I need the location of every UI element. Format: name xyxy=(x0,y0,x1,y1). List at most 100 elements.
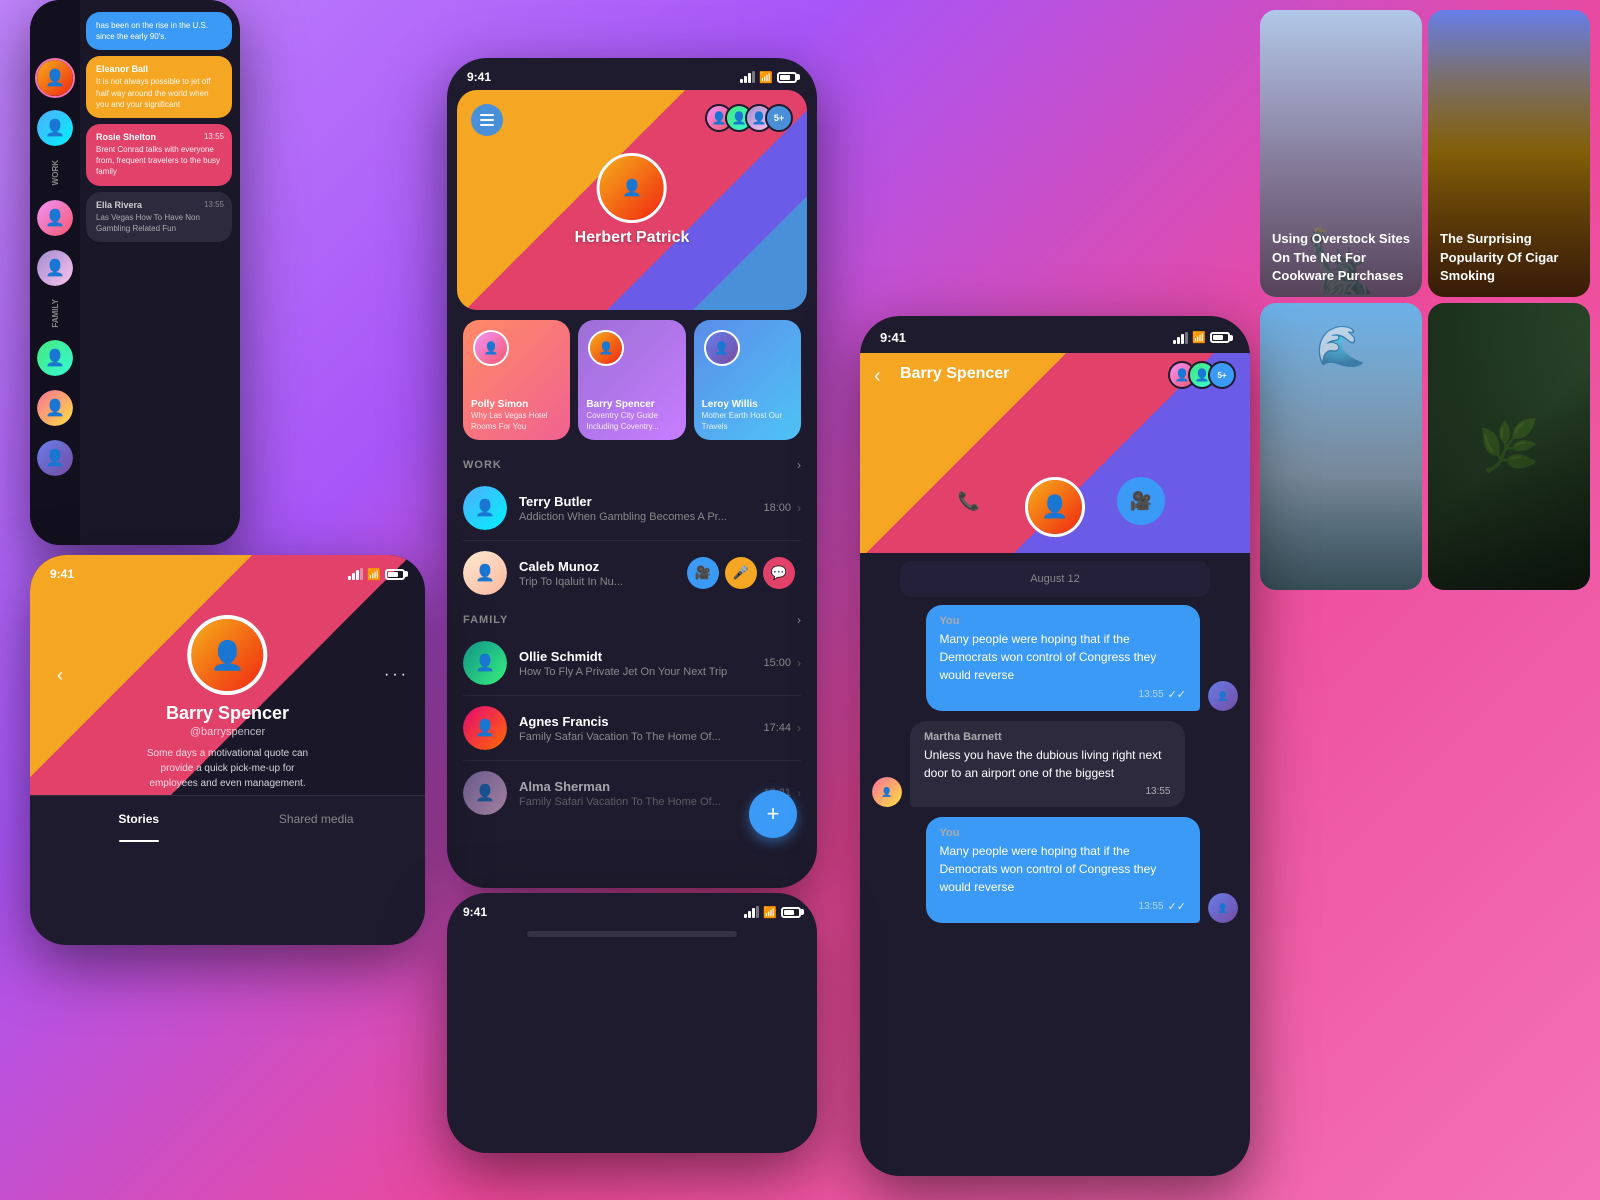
story-item-leroy[interactable]: 👤 Leroy Willis Mother Earth Host Our Tra… xyxy=(694,320,801,440)
chat-status-bar: 9:41 📶 xyxy=(860,316,1250,353)
self-sender-2: You xyxy=(940,827,1187,839)
martha-sender: Martha Barnett xyxy=(924,731,1171,743)
story-avatar-7[interactable]: 👤 xyxy=(35,438,75,478)
bc-signal-icon xyxy=(744,906,759,918)
news-card-2[interactable]: The Surprising Popularity Of Cigar Smoki… xyxy=(1428,10,1590,297)
phone-center: 9:41 📶 👤 👤 👤 5+ xyxy=(447,58,817,888)
more-options-button[interactable]: ··· xyxy=(384,666,409,684)
work-section-header: WORK › xyxy=(447,450,817,476)
profile-wifi-icon: 📶 xyxy=(367,568,381,581)
chat-messages: 👤 You Many people were hoping that if th… xyxy=(860,605,1250,923)
story-avatar-6[interactable]: 👤 xyxy=(35,388,75,428)
contact-ollie[interactable]: 👤 Ollie Schmidt How To Fly A Private Jet… xyxy=(447,631,817,695)
msg-card-rosie[interactable]: Rosie Shelton 13:55 Brent Conrad talks w… xyxy=(86,124,232,186)
battery-icon xyxy=(777,72,797,83)
tab-shared-media[interactable]: Shared media xyxy=(228,796,406,842)
chat-status-icons: 📶 xyxy=(1173,331,1230,344)
phone-left: 👤 👤 WORK 👤 👤 FAMILY 👤 xyxy=(30,0,240,545)
self-meta-2: 13:55 ✓✓ xyxy=(940,900,1187,913)
ollie-chevron: › xyxy=(797,656,801,670)
news-card-4[interactable]: 🌿 xyxy=(1428,303,1590,590)
msg-time-rosie: 13:55 xyxy=(204,132,224,141)
agnes-chevron: › xyxy=(797,721,801,735)
self-time-1: 13:55 xyxy=(1139,689,1164,700)
chat-action-buttons: 📞 👤 🎥 xyxy=(945,477,1165,537)
story-avatar-5[interactable]: 👤 xyxy=(35,338,75,378)
chat-badge: 5+ xyxy=(1208,361,1236,389)
menu-button[interactable] xyxy=(471,104,503,136)
hamburger-icon xyxy=(480,114,494,126)
story-avatar-2[interactable]: 👤 xyxy=(35,108,75,148)
terry-time: 18:00 xyxy=(763,502,791,514)
martha-text: Unless you have the dubious living right… xyxy=(924,746,1171,782)
bottom-center-status: 📶 xyxy=(744,906,801,919)
chat-call-button[interactable]: 📞 xyxy=(945,477,993,525)
self-time-2: 13:55 xyxy=(1139,901,1164,912)
back-button[interactable]: ‹ xyxy=(46,661,74,689)
work-label: WORK xyxy=(463,459,502,471)
chat-video-button[interactable]: 🎥 xyxy=(1117,477,1165,525)
self-text-1: Many people were hoping that if the Demo… xyxy=(940,630,1187,684)
work-chevron[interactable]: › xyxy=(797,458,801,472)
story-avatar-1[interactable]: 👤 xyxy=(35,58,75,98)
family-label: FAMILY xyxy=(51,299,60,328)
news-card-1[interactable]: 🗽 Using Overstock Sites On The Net For C… xyxy=(1260,10,1422,297)
story-item-barry[interactable]: 👤 Barry Spencer Coventry City Guide Incl… xyxy=(578,320,685,440)
chat-avatar-main: 👤 xyxy=(1025,477,1085,537)
story-item-polly[interactable]: 👤 Polly Simon Why Las Vegas Hotel Rooms … xyxy=(463,320,570,440)
chat-back-button[interactable]: ‹ xyxy=(874,365,881,388)
mic-btn-caleb[interactable]: 🎤 xyxy=(725,557,757,589)
agnes-msg: Family Safari Vacation To The Home Of... xyxy=(519,731,763,743)
phone-profile: 9:41 📶 ‹ ··· 👤 xyxy=(30,555,425,945)
alma-name: Alma Sherman xyxy=(519,779,763,794)
tab-stories[interactable]: Stories xyxy=(50,796,228,842)
ollie-name: Ollie Schmidt xyxy=(519,649,763,664)
video-btn-caleb[interactable]: 🎥 xyxy=(687,557,719,589)
martha-avatar: 👤 xyxy=(872,777,902,807)
self-bubble-1: You Many people were hoping that if the … xyxy=(926,605,1201,711)
profile-name: Barry Spencer xyxy=(129,703,327,724)
family-label: FAMILY xyxy=(463,614,508,626)
contact-terry[interactable]: 👤 Terry Butler Addiction When Gambling B… xyxy=(447,476,817,540)
news-grid: 🗽 Using Overstock Sites On The Net For C… xyxy=(1250,0,1600,600)
profile-signal-icon xyxy=(348,568,363,580)
chat-contact-name: Barry Spencer xyxy=(900,365,1009,383)
top-bubble: has been on the rise in the U.S. since t… xyxy=(86,12,232,50)
self-sender-1: You xyxy=(940,615,1187,627)
martha-bubble: Martha Barnett Unless you have the dubio… xyxy=(910,721,1185,807)
family-chevron[interactable]: › xyxy=(797,613,801,627)
story-avatar-3[interactable]: 👤 xyxy=(35,198,75,238)
story-avatar-4[interactable]: 👤 xyxy=(35,248,75,288)
profile-avatar: 👤 xyxy=(188,615,268,695)
msg-card-ella[interactable]: Ella Rivera 13:55 Las Vegas How To Have … xyxy=(86,192,232,242)
msg-btn-caleb[interactable]: 💬 xyxy=(763,557,795,589)
msg-card-eleanor[interactable]: Eleanor Ball It is not always possible t… xyxy=(86,56,232,118)
chat-header: ‹ Barry Spencer 👤 👤 5+ 📞 👤 🎥 xyxy=(860,353,1250,553)
signal-icon xyxy=(740,71,755,83)
caleb-actions: 🎥 🎤 💬 xyxy=(687,557,795,589)
martha-time: 13:55 xyxy=(1145,786,1170,797)
ollie-msg: How To Fly A Private Jet On Your Next Tr… xyxy=(519,666,763,678)
ollie-time: 15:00 xyxy=(763,657,791,669)
agnes-time: 17:44 xyxy=(763,722,791,734)
status-bar-center: 9:41 📶 xyxy=(447,58,817,90)
msg-text-rosie: Brent Conrad talks with everyone from, f… xyxy=(96,144,222,178)
contact-caleb[interactable]: 👤 Caleb Munoz Trip To Iqaluit In Nu... 🎥… xyxy=(447,541,817,605)
self-text-2: Many people were hoping that if the Demo… xyxy=(940,842,1187,896)
news-card-3[interactable]: 🌊 xyxy=(1260,303,1422,590)
caleb-name: Caleb Munoz xyxy=(519,559,687,574)
top-bubble-text: has been on the rise in the U.S. since t… xyxy=(96,20,222,42)
date-separator: August 12 xyxy=(900,561,1210,597)
story-name-leroy: Leroy Willis xyxy=(702,399,793,410)
contact-agnes[interactable]: 👤 Agnes Francis Family Safari Vacation T… xyxy=(447,696,817,760)
story-desc-leroy: Mother Earth Host Our Travels xyxy=(702,411,793,432)
fab-button[interactable]: + xyxy=(749,790,797,838)
msg-text-eleanor: It is not always possible to jet off hal… xyxy=(96,76,222,110)
profile-avatar-wrap: 👤 Barry Spencer @barryspencer Some days … xyxy=(129,615,327,795)
chat-msg-self-2: 👤 You Many people were hoping that if th… xyxy=(872,817,1238,923)
bc-battery-icon xyxy=(781,907,801,918)
chat-signal-icon xyxy=(1173,332,1188,344)
self-check-2: ✓✓ xyxy=(1168,900,1186,913)
story-desc-polly: Why Las Vegas Hotel Rooms For You xyxy=(471,411,562,432)
status-icons-center: 📶 xyxy=(740,71,797,84)
